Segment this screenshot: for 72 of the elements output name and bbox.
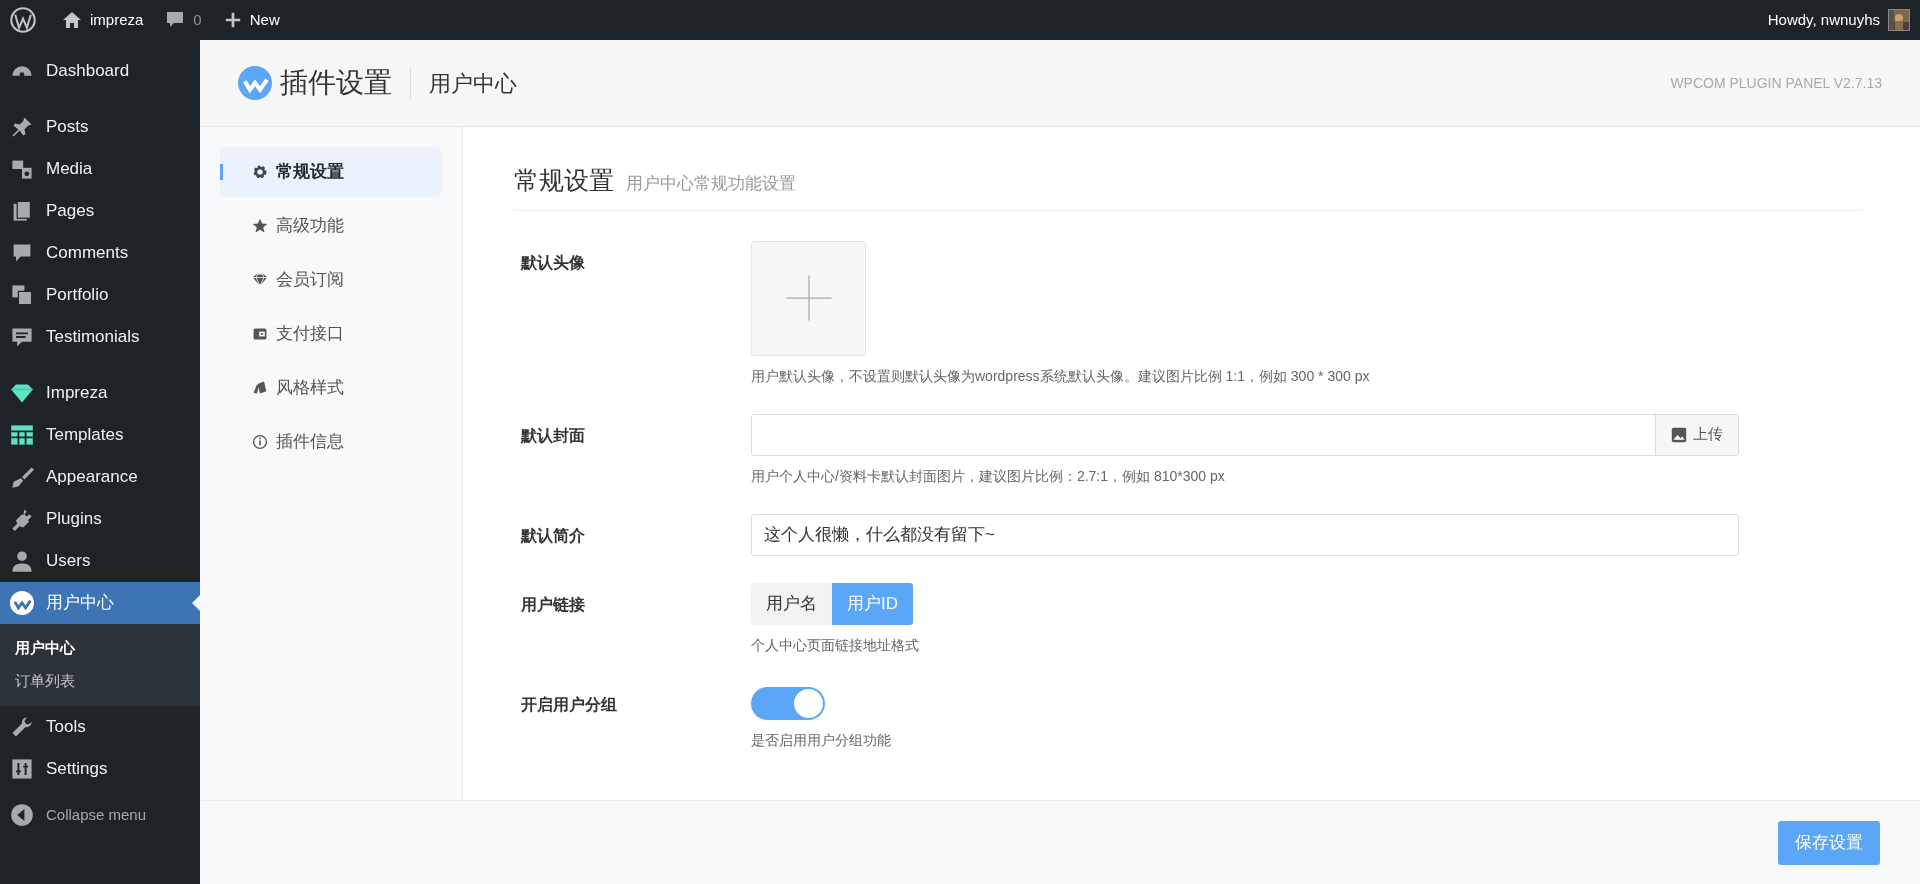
field-label: 用户链接 bbox=[520, 594, 586, 615]
field-label: 默认简介 bbox=[519, 525, 586, 546]
menu-item[interactable]: Media bbox=[0, 148, 200, 190]
site-link[interactable]: impreza bbox=[62, 8, 144, 32]
menu-item[interactable]: Tools bbox=[0, 706, 200, 748]
nav-tab[interactable]: 插件信息 bbox=[220, 417, 442, 467]
page-subtitle: 用户中心 bbox=[429, 69, 517, 98]
field-label: 默认头像 bbox=[519, 252, 586, 273]
new-link[interactable]: New bbox=[223, 8, 280, 32]
input-field[interactable]: 这个人很懒，什么都没有留下~ bbox=[751, 513, 1739, 556]
star-icon bbox=[252, 218, 268, 234]
brush-icon bbox=[10, 465, 34, 489]
info-icon bbox=[252, 434, 268, 450]
menu-item[interactable]: Templates bbox=[0, 414, 200, 456]
submenu-item[interactable]: 订单列表 bbox=[0, 665, 200, 698]
home-icon bbox=[62, 10, 82, 30]
logo-icon bbox=[238, 66, 272, 100]
comment-icon bbox=[165, 10, 186, 30]
menu-item[interactable]: 用户中心 bbox=[0, 582, 200, 624]
toggle-switch[interactable] bbox=[751, 686, 825, 720]
segment-option[interactable]: 用户名 bbox=[751, 582, 832, 625]
collapse-menu-button[interactable]: Collapse menu bbox=[0, 794, 200, 836]
menu-item[interactable]: Portfolio bbox=[0, 274, 200, 316]
wrench-icon bbox=[10, 715, 34, 739]
pin-icon bbox=[10, 115, 34, 139]
help-text: 用户个人中心/资料卡默认封面图片，建议图片比例：2.7:1，例如 810*300 px bbox=[751, 466, 1226, 486]
help-text: 是否启用用户分组功能 bbox=[751, 730, 892, 750]
nav-tab[interactable]: 常规设置 bbox=[220, 147, 442, 197]
wallet-icon bbox=[252, 326, 268, 342]
new-label: New bbox=[249, 9, 280, 30]
menu-item[interactable]: Settings bbox=[0, 748, 200, 790]
sliders-icon bbox=[10, 757, 34, 781]
nav-tab[interactable]: 支付接口 bbox=[220, 309, 442, 359]
submenu-item[interactable]: 用户中心 bbox=[0, 632, 200, 665]
comments-link[interactable]: 0 bbox=[165, 8, 202, 32]
cards-icon bbox=[252, 380, 268, 396]
nav-tab[interactable]: 风格样式 bbox=[220, 363, 442, 413]
grid-icon bbox=[10, 423, 34, 447]
section-title: 常规设置 bbox=[514, 165, 614, 196]
section-subtitle: 用户中心常规功能设置 bbox=[626, 173, 796, 195]
menu-item[interactable]: Posts bbox=[0, 106, 200, 148]
menu-item[interactable]: Plugins bbox=[0, 498, 200, 540]
logo-icon bbox=[10, 591, 34, 615]
menu-item[interactable]: Testimonials bbox=[0, 316, 200, 358]
menu-item[interactable]: Pages bbox=[0, 190, 200, 232]
nav-tab[interactable]: 会员订阅 bbox=[220, 255, 442, 305]
account-link[interactable]: Howdy, nwnuyhs bbox=[1767, 8, 1910, 32]
gear-icon bbox=[252, 164, 268, 180]
nav-tab[interactable]: 高级功能 bbox=[220, 201, 442, 251]
user-icon bbox=[10, 549, 34, 573]
plus-icon bbox=[223, 11, 242, 29]
gem-icon bbox=[252, 272, 268, 288]
help-text: 个人中心页面链接地址格式 bbox=[751, 635, 920, 655]
comment-count: 0 bbox=[193, 9, 202, 30]
panel-title: 插件设置 bbox=[280, 66, 392, 100]
menu-item[interactable]: Appearance bbox=[0, 456, 200, 498]
menu-item[interactable]: Users bbox=[0, 540, 200, 582]
greeting: Howdy, nwnuyhs bbox=[1767, 9, 1880, 30]
field-label: 默认封面 bbox=[519, 425, 586, 446]
version-label: WPCOM PLUGIN PANEL V2.7.13 bbox=[1670, 73, 1882, 93]
menu-item[interactable]: Impreza bbox=[0, 372, 200, 414]
image-upload-box[interactable] bbox=[751, 240, 866, 356]
menu-item[interactable]: Comments bbox=[0, 232, 200, 274]
wordpress-logo-icon bbox=[10, 7, 36, 33]
site-name: impreza bbox=[90, 9, 144, 30]
active-indicator bbox=[220, 164, 223, 180]
portfolio-icon bbox=[10, 283, 34, 307]
collapse-icon bbox=[10, 803, 34, 827]
field-label: 开启用户分组 bbox=[520, 694, 618, 715]
menu-item[interactable]: Dashboard bbox=[0, 50, 200, 92]
plug-icon bbox=[10, 507, 34, 531]
help-text: 用户默认头像，不设置则默认头像为wordpress系统默认头像。建议图片比例 1:1，例如 300 * 300 px bbox=[751, 366, 1371, 386]
